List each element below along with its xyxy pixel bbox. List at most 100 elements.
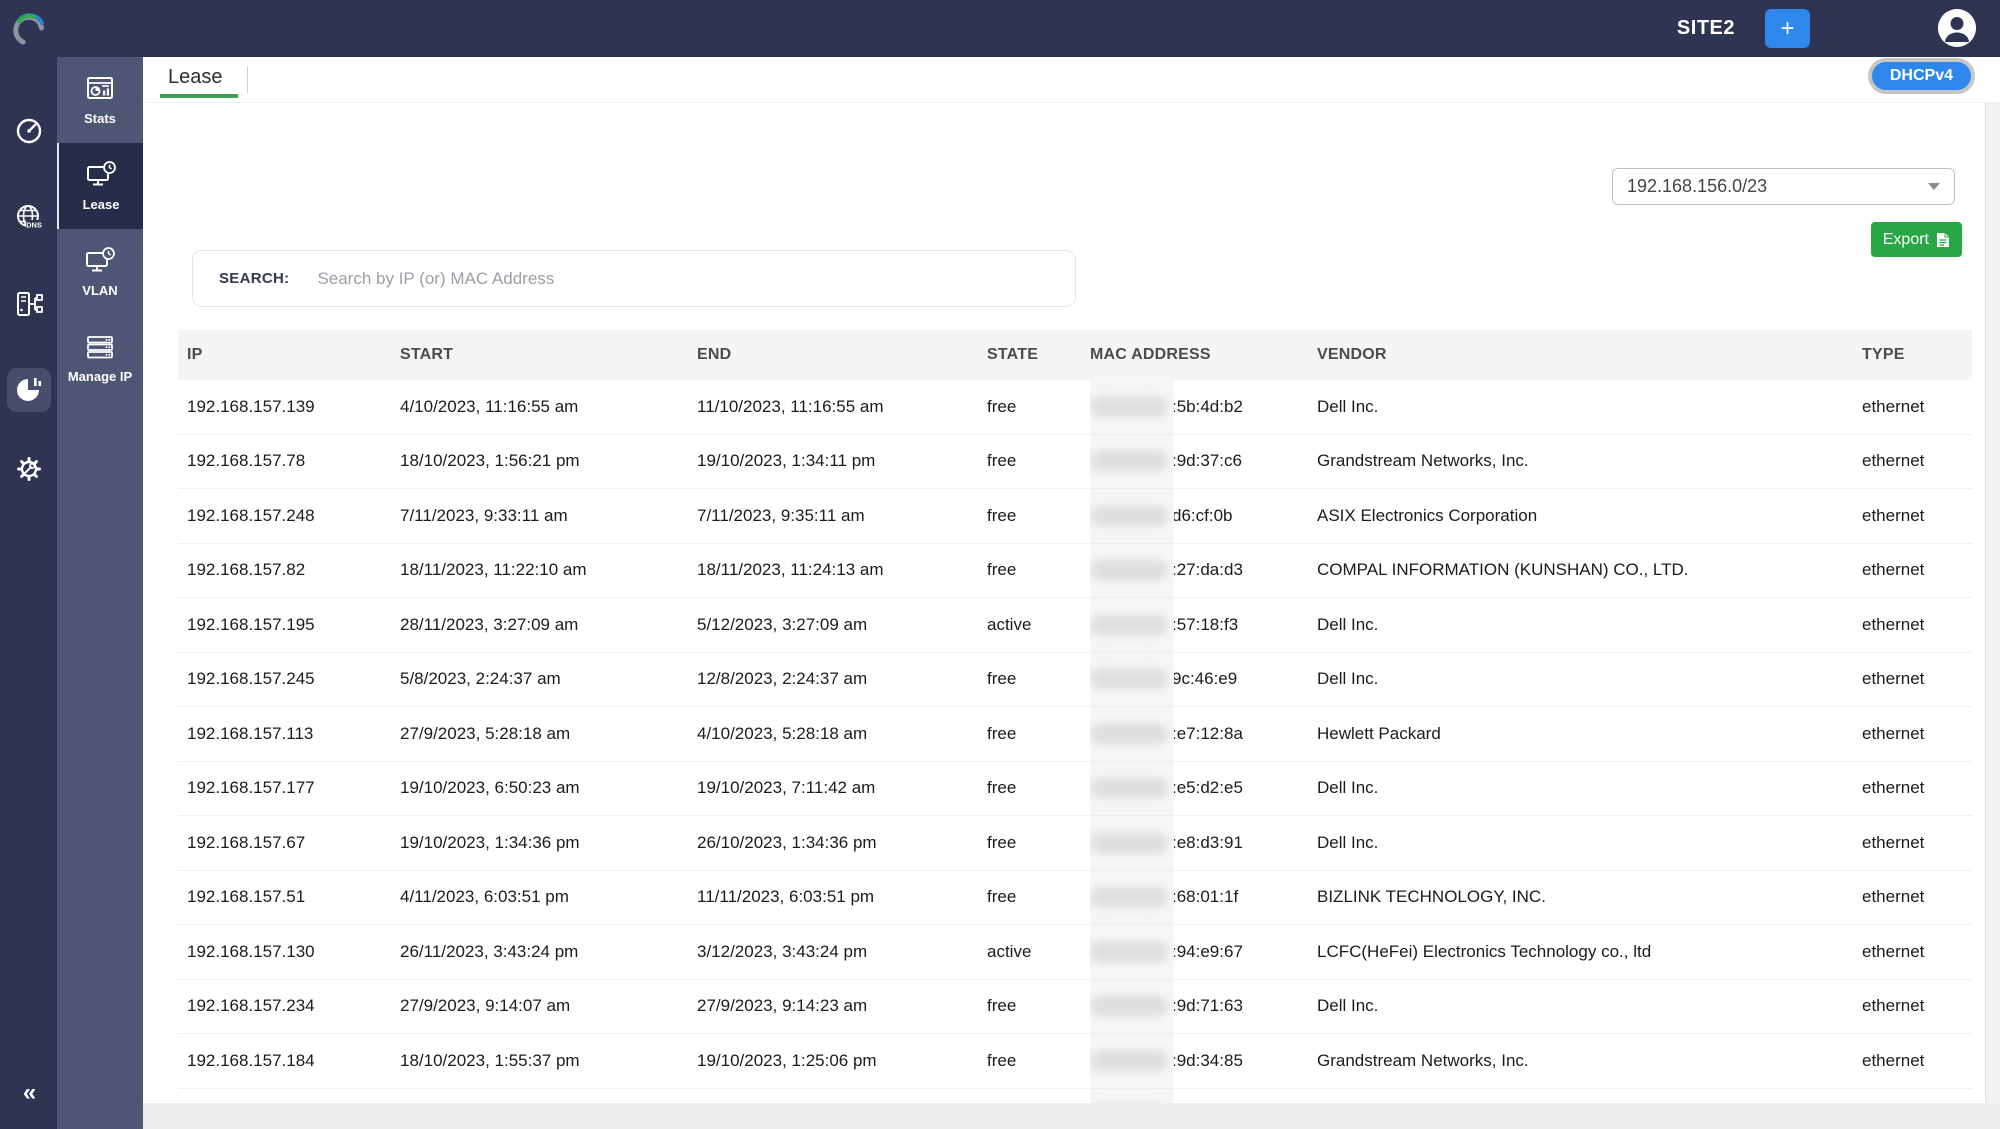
sidebar-item-vlan[interactable]: VLAN [57, 229, 143, 315]
sidebar-item-label: Manage IP [68, 369, 132, 384]
brand-logo[interactable] [8, 7, 52, 53]
cell-ip: 192.168.157.177 [187, 762, 400, 816]
sidebar-collapse-button[interactable]: « [0, 1079, 57, 1107]
dhcpv4-toggle-button[interactable]: DHCPv4 [1868, 58, 1975, 94]
mac-suffix: :e8:d3:91 [1172, 833, 1243, 853]
mac-redaction-blur [1090, 559, 1168, 581]
vertical-scrollbar[interactable] [1985, 103, 2000, 1103]
tab-divider [247, 66, 248, 93]
cell-end: 11/10/2023, 11:16:55 am [697, 380, 987, 434]
cell-ip: 192.168.157.82 [187, 544, 400, 598]
secondary-sidebar: Stats Lease VLAN [57, 57, 143, 1129]
cell-vendor: Hewlett Packard [1317, 707, 1862, 761]
cell-type: ethernet [1862, 653, 1972, 707]
table-row: 192.168.157.248 7/11/2023, 9:33:11 am 7/… [178, 489, 1972, 544]
file-document-icon [1936, 232, 1950, 248]
network-topology-icon[interactable] [11, 286, 47, 322]
cell-start: 4/10/2023, 11:16:55 am [400, 380, 697, 434]
cell-type: ethernet [1862, 816, 1972, 870]
table-row: 192.168.157.184 18/10/2023, 1:55:37 pm 1… [178, 1034, 1972, 1089]
mac-suffix: :68:01:1f [1172, 887, 1238, 907]
subnet-dropdown-value: 192.168.156.0/23 [1627, 176, 1767, 197]
monitor-clock-icon [84, 246, 116, 276]
plus-icon: + [1780, 17, 1794, 41]
mac-redaction-blur [1090, 450, 1168, 472]
export-button[interactable]: Export [1871, 222, 1962, 257]
sidebar-item-stats[interactable]: Stats [57, 57, 143, 143]
cell-type: ethernet [1862, 544, 1972, 598]
table-body: 192.168.157.139 4/10/2023, 11:16:55 am 1… [178, 380, 1972, 1103]
cell-mac-address: :27:da:d3 [1090, 544, 1317, 598]
cell-start: 5/8/2023, 2:24:37 am [400, 653, 697, 707]
cell-type: ethernet [1862, 489, 1972, 543]
cell-end: 7/11/2023, 9:35:11 am [697, 489, 987, 543]
mac-suffix: :27:da:d3 [1172, 560, 1243, 580]
search-input[interactable] [317, 269, 1075, 289]
subnet-dropdown[interactable]: 192.168.156.0/23 [1612, 168, 1955, 205]
cell-type: ethernet [1862, 707, 1972, 761]
table-row: 192.168.157.245 5/8/2023, 2:24:37 am 12/… [178, 653, 1972, 708]
cell-ip: 192.168.157.234 [187, 980, 400, 1034]
cell-start: 4/11/2023, 6:03:51 pm [400, 871, 697, 925]
column-header-type: TYPE [1862, 330, 1972, 380]
user-avatar-icon[interactable] [1938, 9, 1976, 47]
mac-suffix: :e7:12:8a [1172, 724, 1243, 744]
mac-suffix: :94:e9:67 [1172, 942, 1243, 962]
cell-state: free [987, 380, 1090, 434]
cell-vendor: Grandstream Networks, Inc. [1317, 1034, 1862, 1088]
cell-mac-address: :4b:c8:64:0d [1090, 1089, 1317, 1104]
cell-start: 18/10/2023, 1:55:37 pm [400, 1034, 697, 1088]
table-row: 192.168.157.51 4/11/2023, 6:03:51 pm 11/… [178, 871, 1972, 926]
monitor-clock-icon [85, 160, 117, 190]
footer-strip [143, 1103, 2000, 1129]
cell-ip: 192.168.157.78 [187, 435, 400, 489]
server-stack-icon [85, 332, 115, 362]
column-header-ip: IP [187, 330, 400, 380]
cell-state: free [987, 816, 1090, 870]
cell-start: 27/9/2023, 5:28:18 am [400, 707, 697, 761]
gauge-icon[interactable] [11, 113, 47, 149]
sidebar-item-manage-ip[interactable]: Manage IP [57, 315, 143, 401]
cell-end: 5/12/2023, 3:27:09 am [697, 598, 987, 652]
cell-vendor: COMPAL INFORMATION (KUNSHAN) CO., LTD. [1317, 544, 1862, 598]
cell-vendor: Apple, Inc. [1317, 1089, 1862, 1104]
cell-start: 19/10/2023, 1:34:36 pm [400, 816, 697, 870]
cell-start: 7/11/2023, 9:33:11 am [400, 489, 697, 543]
active-tab-underline [160, 94, 238, 98]
cell-start: 18/10/2023, 1:56:21 pm [400, 435, 697, 489]
sidebar-item-lease[interactable]: Lease [57, 143, 143, 229]
settings-gear-icon[interactable] [11, 451, 47, 487]
cell-end: 19/10/2023, 7:11:42 am [697, 762, 987, 816]
mac-redaction-blur [1090, 1050, 1168, 1072]
pie-chart-icon[interactable] [7, 368, 51, 412]
tab-lease[interactable]: Lease [168, 66, 223, 89]
sidebar-item-label: Lease [83, 197, 120, 212]
mac-suffix: :9d:37:c6 [1172, 451, 1242, 471]
mac-redaction-blur [1090, 668, 1168, 690]
cell-vendor: Dell Inc. [1317, 762, 1862, 816]
cell-mac-address: :9d:71:63 [1090, 980, 1317, 1034]
cell-ip: 192.168.157.113 [187, 707, 400, 761]
dns-globe-icon[interactable]: DNS [11, 200, 47, 236]
cell-mac-address: :5b:4d:b2 [1090, 380, 1317, 434]
column-header-start: START [400, 330, 697, 380]
cell-ip: 192.168.157.184 [187, 1034, 400, 1088]
cell-mac-address: :94:e9:67 [1090, 925, 1317, 979]
svg-text:DNS: DNS [26, 220, 42, 229]
cell-state: free [987, 871, 1090, 925]
chevron-down-icon [1928, 183, 1940, 190]
cell-mac-address: :68:01:1f [1090, 871, 1317, 925]
cell-ip: 192.168.157.51 [187, 871, 400, 925]
table-row: 192.168.157.67 19/10/2023, 1:34:36 pm 26… [178, 816, 1972, 871]
mac-redaction-blur [1090, 505, 1168, 527]
mac-redaction-blur [1090, 995, 1168, 1017]
add-site-button[interactable]: + [1765, 9, 1810, 48]
cell-ip: 192.168.157.130 [187, 925, 400, 979]
cell-state: free [987, 707, 1090, 761]
stats-window-icon [85, 74, 115, 104]
column-header-end: END [697, 330, 987, 380]
search-label: SEARCH: [219, 270, 289, 287]
column-header-mac: MAC ADDRESS [1090, 330, 1317, 380]
mac-suffix: 9c:46:e9 [1172, 669, 1237, 689]
cell-state: free [987, 1089, 1090, 1104]
